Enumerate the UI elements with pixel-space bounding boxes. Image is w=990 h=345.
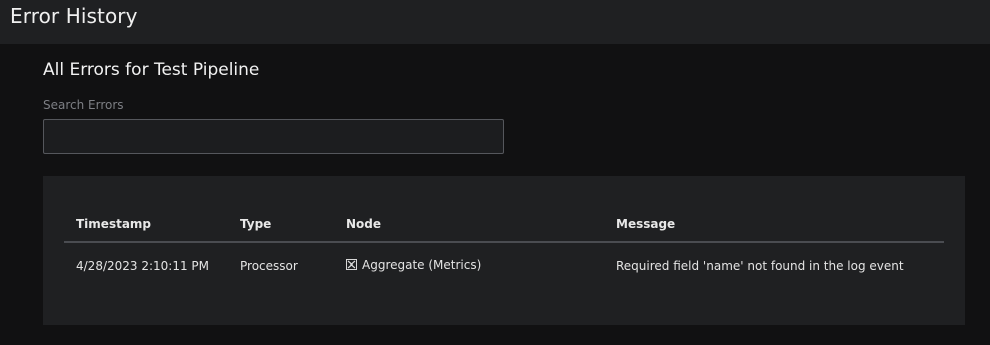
cell-node: Aggregate (Metrics) <box>334 242 604 288</box>
column-header-timestamp[interactable]: Timestamp <box>64 206 228 243</box>
table-row[interactable]: 4/28/2023 2:10:11 PM Processor Aggregate… <box>64 242 944 288</box>
search-label: Search Errors <box>43 98 124 112</box>
node-link[interactable]: Aggregate (Metrics) <box>346 258 481 272</box>
table-header-row: Timestamp Type Node Message <box>64 206 944 243</box>
errors-table: Timestamp Type Node Message 4/28/2023 2:… <box>64 206 944 288</box>
column-header-message[interactable]: Message <box>604 206 944 243</box>
app-header: Error History <box>0 0 990 44</box>
cell-timestamp: 4/28/2023 2:10:11 PM <box>76 258 210 273</box>
node-name: Aggregate (Metrics) <box>362 257 482 272</box>
cell-type: Processor <box>240 258 298 273</box>
search-input[interactable] <box>43 119 504 154</box>
page-title: All Errors for Test Pipeline <box>43 60 260 80</box>
main-content: All Errors for Test Pipeline Search Erro… <box>43 60 965 325</box>
page-header-title: Error History <box>10 3 138 28</box>
aggregate-icon <box>346 259 357 271</box>
column-header-node[interactable]: Node <box>334 206 604 243</box>
errors-table-panel: Timestamp Type Node Message 4/28/2023 2:… <box>43 176 965 325</box>
cell-message: Required field 'name' not found in the l… <box>616 258 904 273</box>
column-header-type[interactable]: Type <box>228 206 334 243</box>
